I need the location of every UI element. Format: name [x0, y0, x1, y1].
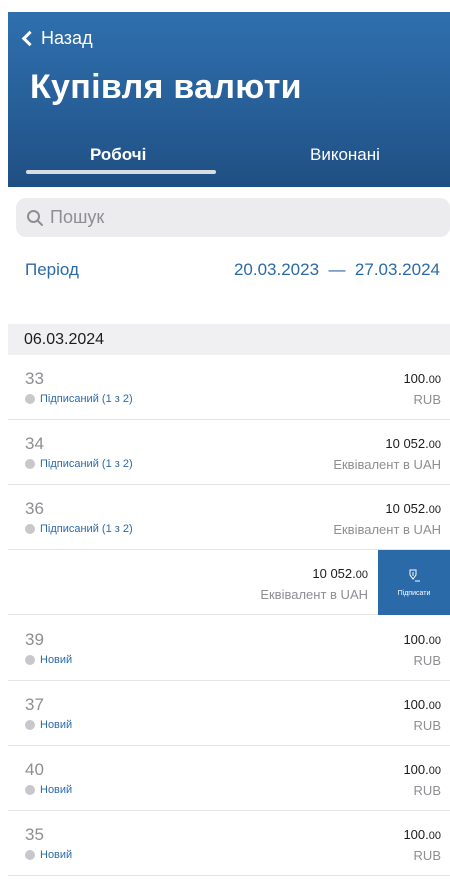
list-item[interactable]: 34 Підписаний (1 з 2) 10 052.00 Еквівале… — [8, 420, 450, 485]
amount: 100.00 — [403, 762, 441, 777]
sign-button[interactable]: Підписати — [378, 550, 450, 615]
active-tab-indicator — [26, 170, 216, 174]
amount-integer: 100. — [403, 762, 429, 777]
currency: RUB — [413, 848, 441, 863]
status-text: Новий — [40, 719, 73, 731]
status-text: Новий — [40, 784, 73, 796]
status-badge: Новий — [25, 849, 72, 861]
document-number: 37 — [25, 695, 44, 714]
document-number: 33 — [25, 369, 44, 388]
currency: Еквівалент в UAH — [333, 457, 441, 472]
sign-label: Підписати — [397, 589, 431, 597]
period-filter: Період 20.03.2023 — 27.03.2024 — [25, 258, 440, 282]
amount: 100.00 — [403, 371, 441, 386]
amount-integer: 100. — [403, 697, 429, 712]
amount-decimal: 00 — [428, 765, 441, 777]
amount-integer: 100. — [403, 632, 429, 647]
status-dot-icon — [25, 785, 35, 795]
status-dot-icon — [25, 394, 35, 404]
document-number: 35 — [25, 825, 44, 844]
status-text: Підписаний (1 з 2) — [40, 393, 133, 405]
search-input[interactable]: Пошук — [16, 198, 450, 237]
document-number: 40 — [25, 760, 44, 779]
currency: RUB — [413, 653, 441, 668]
status-dot-icon — [25, 459, 35, 469]
swiped-list-item[interactable]: 10 052.00 Еквівалент в UAH Підписати — [8, 550, 450, 615]
amount: 100.00 — [403, 697, 441, 712]
page-title: Купівля валюти — [30, 68, 302, 106]
amount: 10 052.00 — [385, 501, 441, 516]
status-text: Новий — [40, 654, 73, 666]
status-text: Підписаний (1 з 2) — [40, 523, 133, 535]
amount-decimal: 00 — [428, 700, 441, 712]
search-placeholder: Пошук — [50, 207, 105, 227]
amount-integer: 100. — [403, 827, 429, 842]
currency: RUB — [413, 718, 441, 733]
period-range[interactable]: 20.03.2023 — 27.03.2024 — [234, 260, 440, 280]
amount: 100.00 — [403, 632, 441, 647]
amount-decimal: 00 — [428, 439, 441, 451]
amount-decimal: 00 — [428, 504, 441, 516]
currency: RUB — [413, 392, 441, 407]
amount-decimal: 00 — [428, 374, 441, 386]
header: Назад Купівля валюти Робочі Виконані — [8, 12, 450, 187]
pen-nib-icon — [409, 569, 420, 581]
amount: 100.00 — [403, 827, 441, 842]
amount-integer: 10 052. — [385, 501, 429, 516]
currency: Еквівалент в UAH — [333, 522, 441, 537]
status-dot-icon — [25, 524, 35, 534]
amount-decimal: 00 — [355, 569, 368, 581]
list-item[interactable]: 36 Підписаний (1 з 2) 10 052.00 Еквівале… — [8, 485, 450, 550]
list-item[interactable]: 35 Новий 100.00 RUB — [8, 811, 450, 876]
amount: 10 052.00 — [312, 566, 368, 581]
document-number: 34 — [25, 434, 44, 453]
status-text: Новий — [40, 849, 73, 861]
amount-integer: 10 052. — [385, 436, 429, 451]
period-label[interactable]: Період — [25, 260, 79, 280]
list-item[interactable]: 39 Новий 100.00 RUB — [8, 616, 450, 681]
document-number: 36 — [25, 499, 44, 518]
amount-integer: 100. — [403, 371, 429, 386]
amount-integer: 10 052. — [312, 566, 356, 581]
status-text: Підписаний (1 з 2) — [40, 458, 133, 470]
currency: RUB — [413, 783, 441, 798]
chevron-left-icon — [21, 30, 38, 47]
currency: Еквівалент в UAH — [260, 587, 368, 602]
status-badge: Новий — [25, 654, 72, 666]
status-badge: Новий — [25, 719, 72, 731]
date-group-header: 06.03.2024 — [8, 324, 450, 355]
status-dot-icon — [25, 655, 35, 665]
group-date: 06.03.2024 — [24, 331, 105, 348]
list-item[interactable]: 37 Новий 100.00 RUB — [8, 681, 450, 746]
amount-decimal: 00 — [428, 635, 441, 647]
status-dot-icon — [25, 720, 35, 730]
document-number: 39 — [25, 630, 44, 649]
status-badge: Новий — [25, 784, 72, 796]
back-label: Назад — [41, 28, 93, 48]
status-dot-icon — [25, 850, 35, 860]
search-icon — [27, 209, 43, 226]
list-item[interactable]: 40 Новий 100.00 RUB — [8, 746, 450, 811]
tab-working[interactable]: Робочі — [90, 145, 146, 165]
back-button[interactable]: Назад — [21, 28, 93, 49]
status-badge: Підписаний (1 з 2) — [25, 393, 133, 405]
amount-decimal: 00 — [428, 830, 441, 842]
tab-bar: Робочі Виконані — [8, 140, 450, 187]
amount: 10 052.00 — [385, 436, 441, 451]
list-item[interactable]: 33 Підписаний (1 з 2) 100.00 RUB — [8, 355, 450, 420]
status-badge: Підписаний (1 з 2) — [25, 458, 133, 470]
tab-completed[interactable]: Виконані — [310, 145, 380, 165]
status-badge: Підписаний (1 з 2) — [25, 523, 133, 535]
